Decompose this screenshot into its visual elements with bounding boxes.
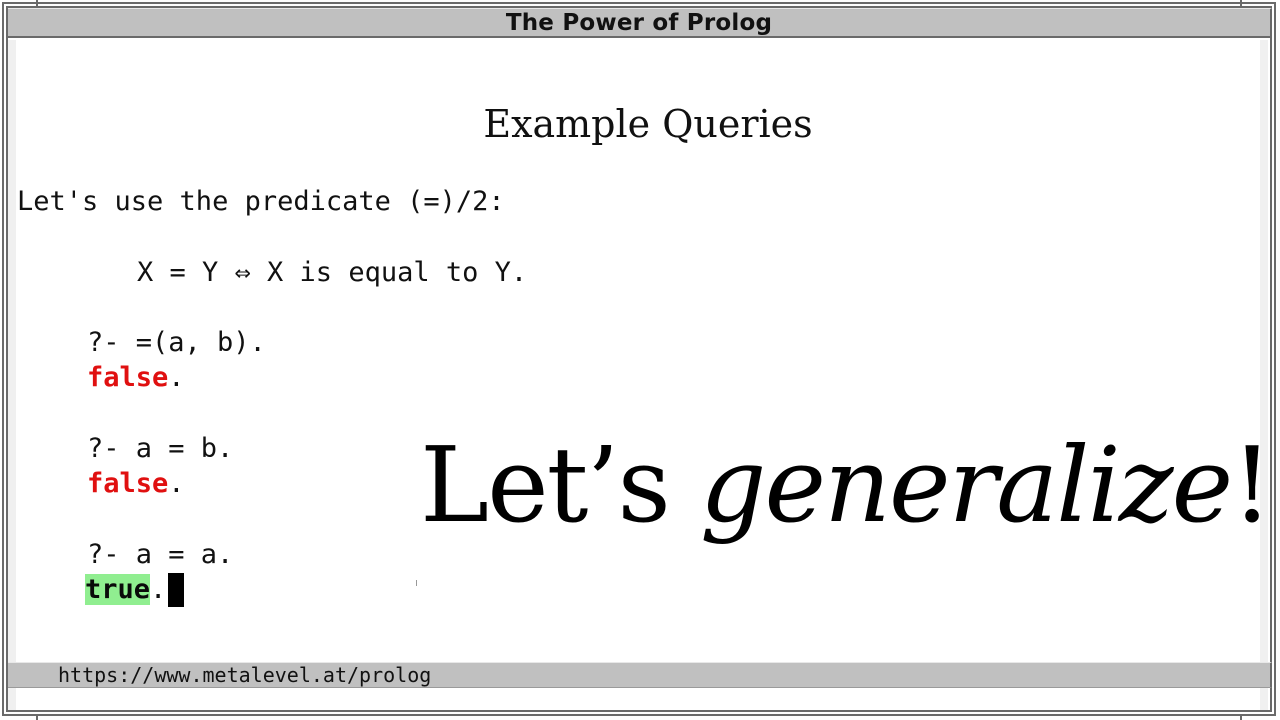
frame-notch xyxy=(1240,714,1242,720)
frame-notch xyxy=(1240,0,1242,6)
true-answer: true xyxy=(85,574,151,605)
answer-terminator: . xyxy=(150,574,167,605)
false-answer: false xyxy=(87,362,169,393)
intro-text: Let's use the predicate (=)/2: xyxy=(17,186,505,217)
query-prompt: ?- =(a, b). xyxy=(87,327,266,358)
overlay-emphasis: generalize xyxy=(699,424,1233,546)
query-answer: false. xyxy=(87,361,185,395)
answer-terminator: . xyxy=(168,468,185,499)
status-bar: https://www.metalevel.at/prolog xyxy=(8,662,1272,688)
frame-notch xyxy=(36,714,38,720)
query-answer: true. xyxy=(85,573,185,607)
title-bar[interactable]: The Power of Prolog xyxy=(8,8,1272,38)
query-prompt: ?- a = a. xyxy=(87,539,234,570)
query-prompt: ?- a = b. xyxy=(87,433,234,464)
generalize-overlay: Let’s generalize! xyxy=(420,424,1273,546)
window-title: The Power of Prolog xyxy=(505,9,773,36)
url-link[interactable]: https://www.metalevel.at/prolog xyxy=(58,663,431,687)
stray-mark xyxy=(416,580,417,586)
overlay-suffix: ! xyxy=(1231,424,1273,546)
overlay-plain: Let’s xyxy=(420,424,700,546)
frame-notch xyxy=(36,0,38,6)
text-cursor xyxy=(168,573,185,607)
definition-text: X = Y ⇔ X is equal to Y. xyxy=(137,257,528,288)
query-answer: false. xyxy=(87,467,185,501)
slide-heading: Example Queries xyxy=(483,102,813,146)
answer-terminator: . xyxy=(168,362,185,393)
false-answer: false xyxy=(87,468,169,499)
